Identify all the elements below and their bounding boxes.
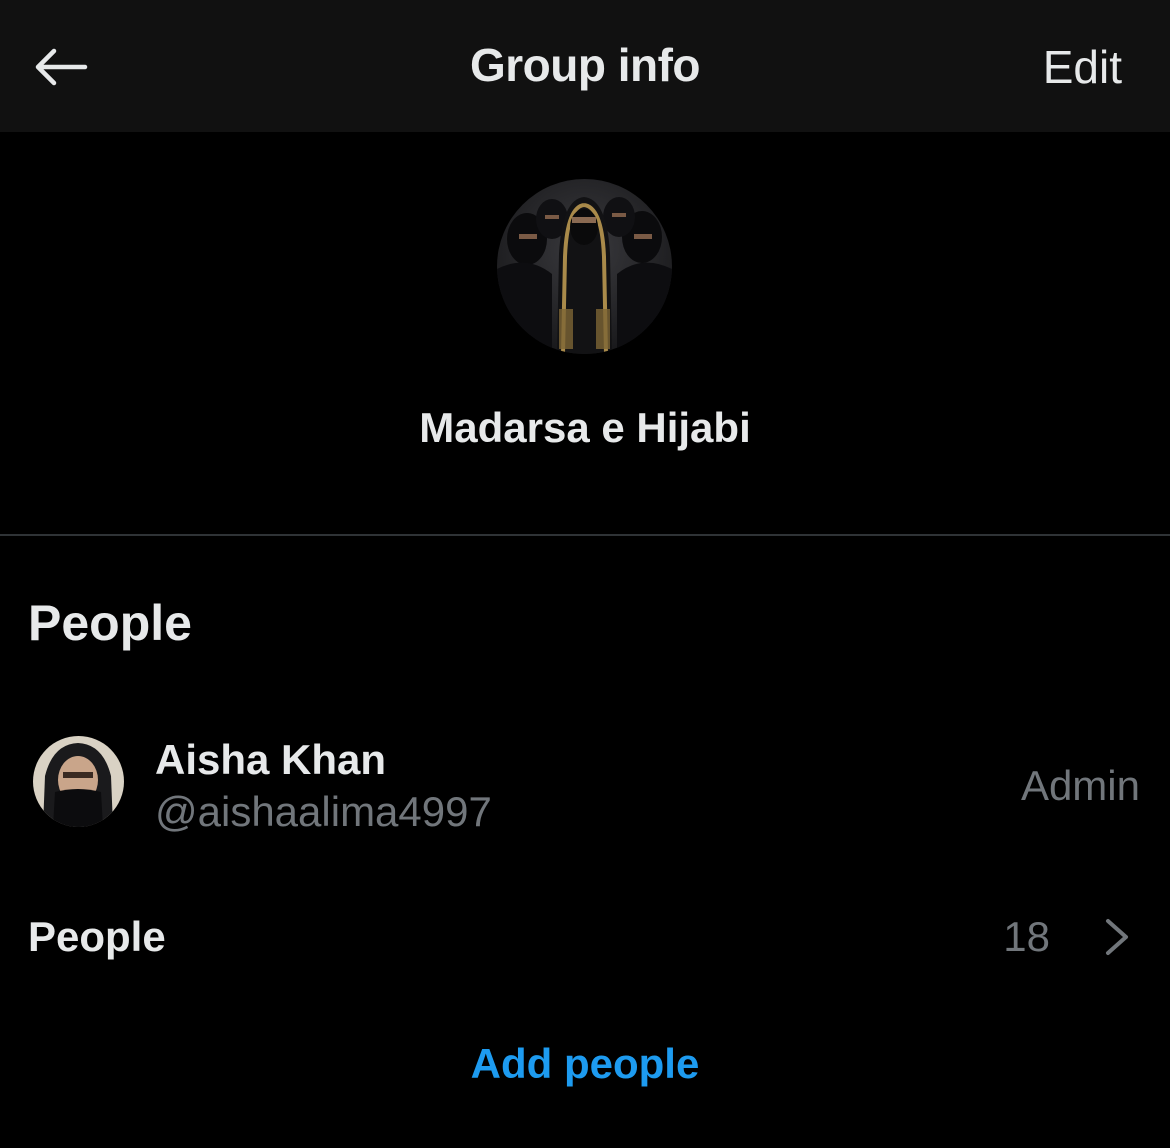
group-name: Madarsa e Hijabi <box>419 404 751 451</box>
page-title: Group info <box>469 39 701 91</box>
member-avatar <box>33 736 124 827</box>
group-avatar[interactable] <box>497 179 672 354</box>
member-name: Aisha Khan <box>155 736 387 783</box>
add-people-button[interactable]: Add people <box>0 1040 1170 1088</box>
chevron-right-icon <box>1106 919 1128 955</box>
group-photo <box>497 179 672 354</box>
people-section-heading: People <box>28 595 192 651</box>
divider <box>0 534 1170 536</box>
group-info-screen: Group info Edit Madarsa e Hijabi People … <box>0 0 1170 1148</box>
member-handle: @aishaalima4997 <box>155 788 492 835</box>
people-list-row[interactable]: People 18 <box>0 895 1170 979</box>
people-row-label: People <box>28 913 166 960</box>
member-row[interactable]: Aisha Khan @aishaalima4997 Admin <box>0 718 1170 848</box>
edit-button[interactable]: Edit <box>1043 40 1122 94</box>
people-count: 18 <box>1003 913 1050 960</box>
top-bar: Group info Edit <box>0 0 1170 132</box>
member-photo <box>33 736 124 827</box>
member-role-badge: Admin <box>1020 762 1140 809</box>
